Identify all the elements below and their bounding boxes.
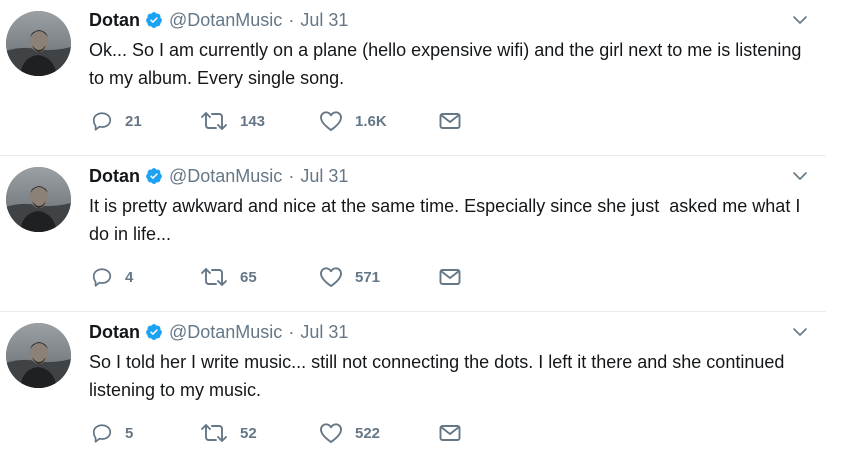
retweet-count: 65: [240, 268, 257, 286]
reply-icon: [92, 268, 112, 287]
retweet-count: 143: [240, 112, 266, 130]
heart-icon: [320, 423, 342, 443]
avatar-photo: [6, 323, 71, 388]
reply-icon: [92, 424, 112, 443]
like-button[interactable]: 522: [319, 421, 380, 445]
tweet-header: Dotan @DotanMusic · Jul 31: [89, 7, 348, 33]
direct-message-button[interactable]: [438, 265, 462, 289]
verified-badge-icon: [146, 12, 162, 28]
retweet-button[interactable]: 65: [200, 265, 257, 289]
tweet-timestamp[interactable]: Jul 31: [300, 322, 348, 343]
author-handle[interactable]: @DotanMusic: [169, 166, 282, 187]
reply-count: 21: [125, 112, 142, 130]
tweet[interactable]: Dotan @DotanMusic · Jul 31 It is pretty …: [0, 156, 826, 312]
author-handle[interactable]: @DotanMusic: [169, 10, 282, 31]
chevron-down-icon[interactable]: [792, 324, 808, 340]
retweet-icon: [201, 268, 227, 286]
tweet-text: It is pretty awkward and nice at the sam…: [89, 196, 806, 244]
tweet[interactable]: Dotan @DotanMusic · Jul 31 So I told her…: [0, 312, 826, 468]
tweet-actions: 4 65 571: [89, 265, 509, 289]
reply-icon: [92, 112, 112, 131]
like-button[interactable]: 571: [319, 265, 380, 289]
author-name[interactable]: Dotan: [89, 10, 140, 31]
tweet-header: Dotan @DotanMusic · Jul 31: [89, 319, 348, 345]
avatar[interactable]: [6, 323, 71, 388]
reply-button[interactable]: 21: [91, 109, 142, 133]
reply-button[interactable]: 5: [91, 421, 133, 445]
verified-badge-icon: [146, 324, 162, 340]
envelope-icon: [439, 113, 461, 129]
tweet-header: Dotan @DotanMusic · Jul 31: [89, 163, 348, 189]
like-count: 1.6K: [355, 112, 387, 130]
envelope-icon: [439, 269, 461, 285]
avatar[interactable]: [6, 167, 71, 232]
header-separator: ·: [288, 165, 295, 186]
tweet-actions: 21 143 1.6K: [89, 109, 509, 133]
tweet-timestamp[interactable]: Jul 31: [300, 10, 348, 31]
tweet[interactable]: Dotan @DotanMusic · Jul 31 Ok... So I am…: [0, 0, 826, 156]
envelope-icon: [439, 425, 461, 441]
author-name[interactable]: Dotan: [89, 322, 140, 343]
author-handle[interactable]: @DotanMusic: [169, 322, 282, 343]
header-separator: ·: [288, 321, 295, 342]
retweet-button[interactable]: 52: [200, 421, 257, 445]
heart-icon: [320, 111, 342, 131]
reply-count: 5: [125, 424, 134, 442]
author-name[interactable]: Dotan: [89, 166, 140, 187]
chevron-down-icon[interactable]: [792, 12, 808, 28]
tweet-timestamp[interactable]: Jul 31: [300, 166, 348, 187]
tweet-feed: Dotan @DotanMusic · Jul 31 Ok... So I am…: [0, 0, 826, 468]
reply-count: 4: [125, 268, 134, 286]
verified-badge-icon: [146, 168, 162, 184]
like-count: 571: [355, 268, 381, 286]
avatar-photo: [6, 11, 71, 76]
direct-message-button[interactable]: [438, 421, 462, 445]
retweet-icon: [201, 112, 227, 130]
tweet-actions: 5 52 522: [89, 421, 509, 445]
direct-message-button[interactable]: [438, 109, 462, 133]
reply-button[interactable]: 4: [91, 265, 133, 289]
tweet-text: So I told her I write music... still not…: [89, 352, 790, 400]
tweet-text: Ok... So I am currently on a plane (hell…: [89, 40, 807, 88]
avatar[interactable]: [6, 11, 71, 76]
like-count: 522: [355, 424, 381, 442]
heart-icon: [320, 267, 342, 287]
retweet-count: 52: [240, 424, 257, 442]
retweet-button[interactable]: 143: [200, 109, 265, 133]
retweet-icon: [201, 424, 227, 442]
header-separator: ·: [288, 9, 295, 30]
like-button[interactable]: 1.6K: [319, 109, 387, 133]
chevron-down-icon[interactable]: [792, 168, 808, 184]
avatar-photo: [6, 167, 71, 232]
